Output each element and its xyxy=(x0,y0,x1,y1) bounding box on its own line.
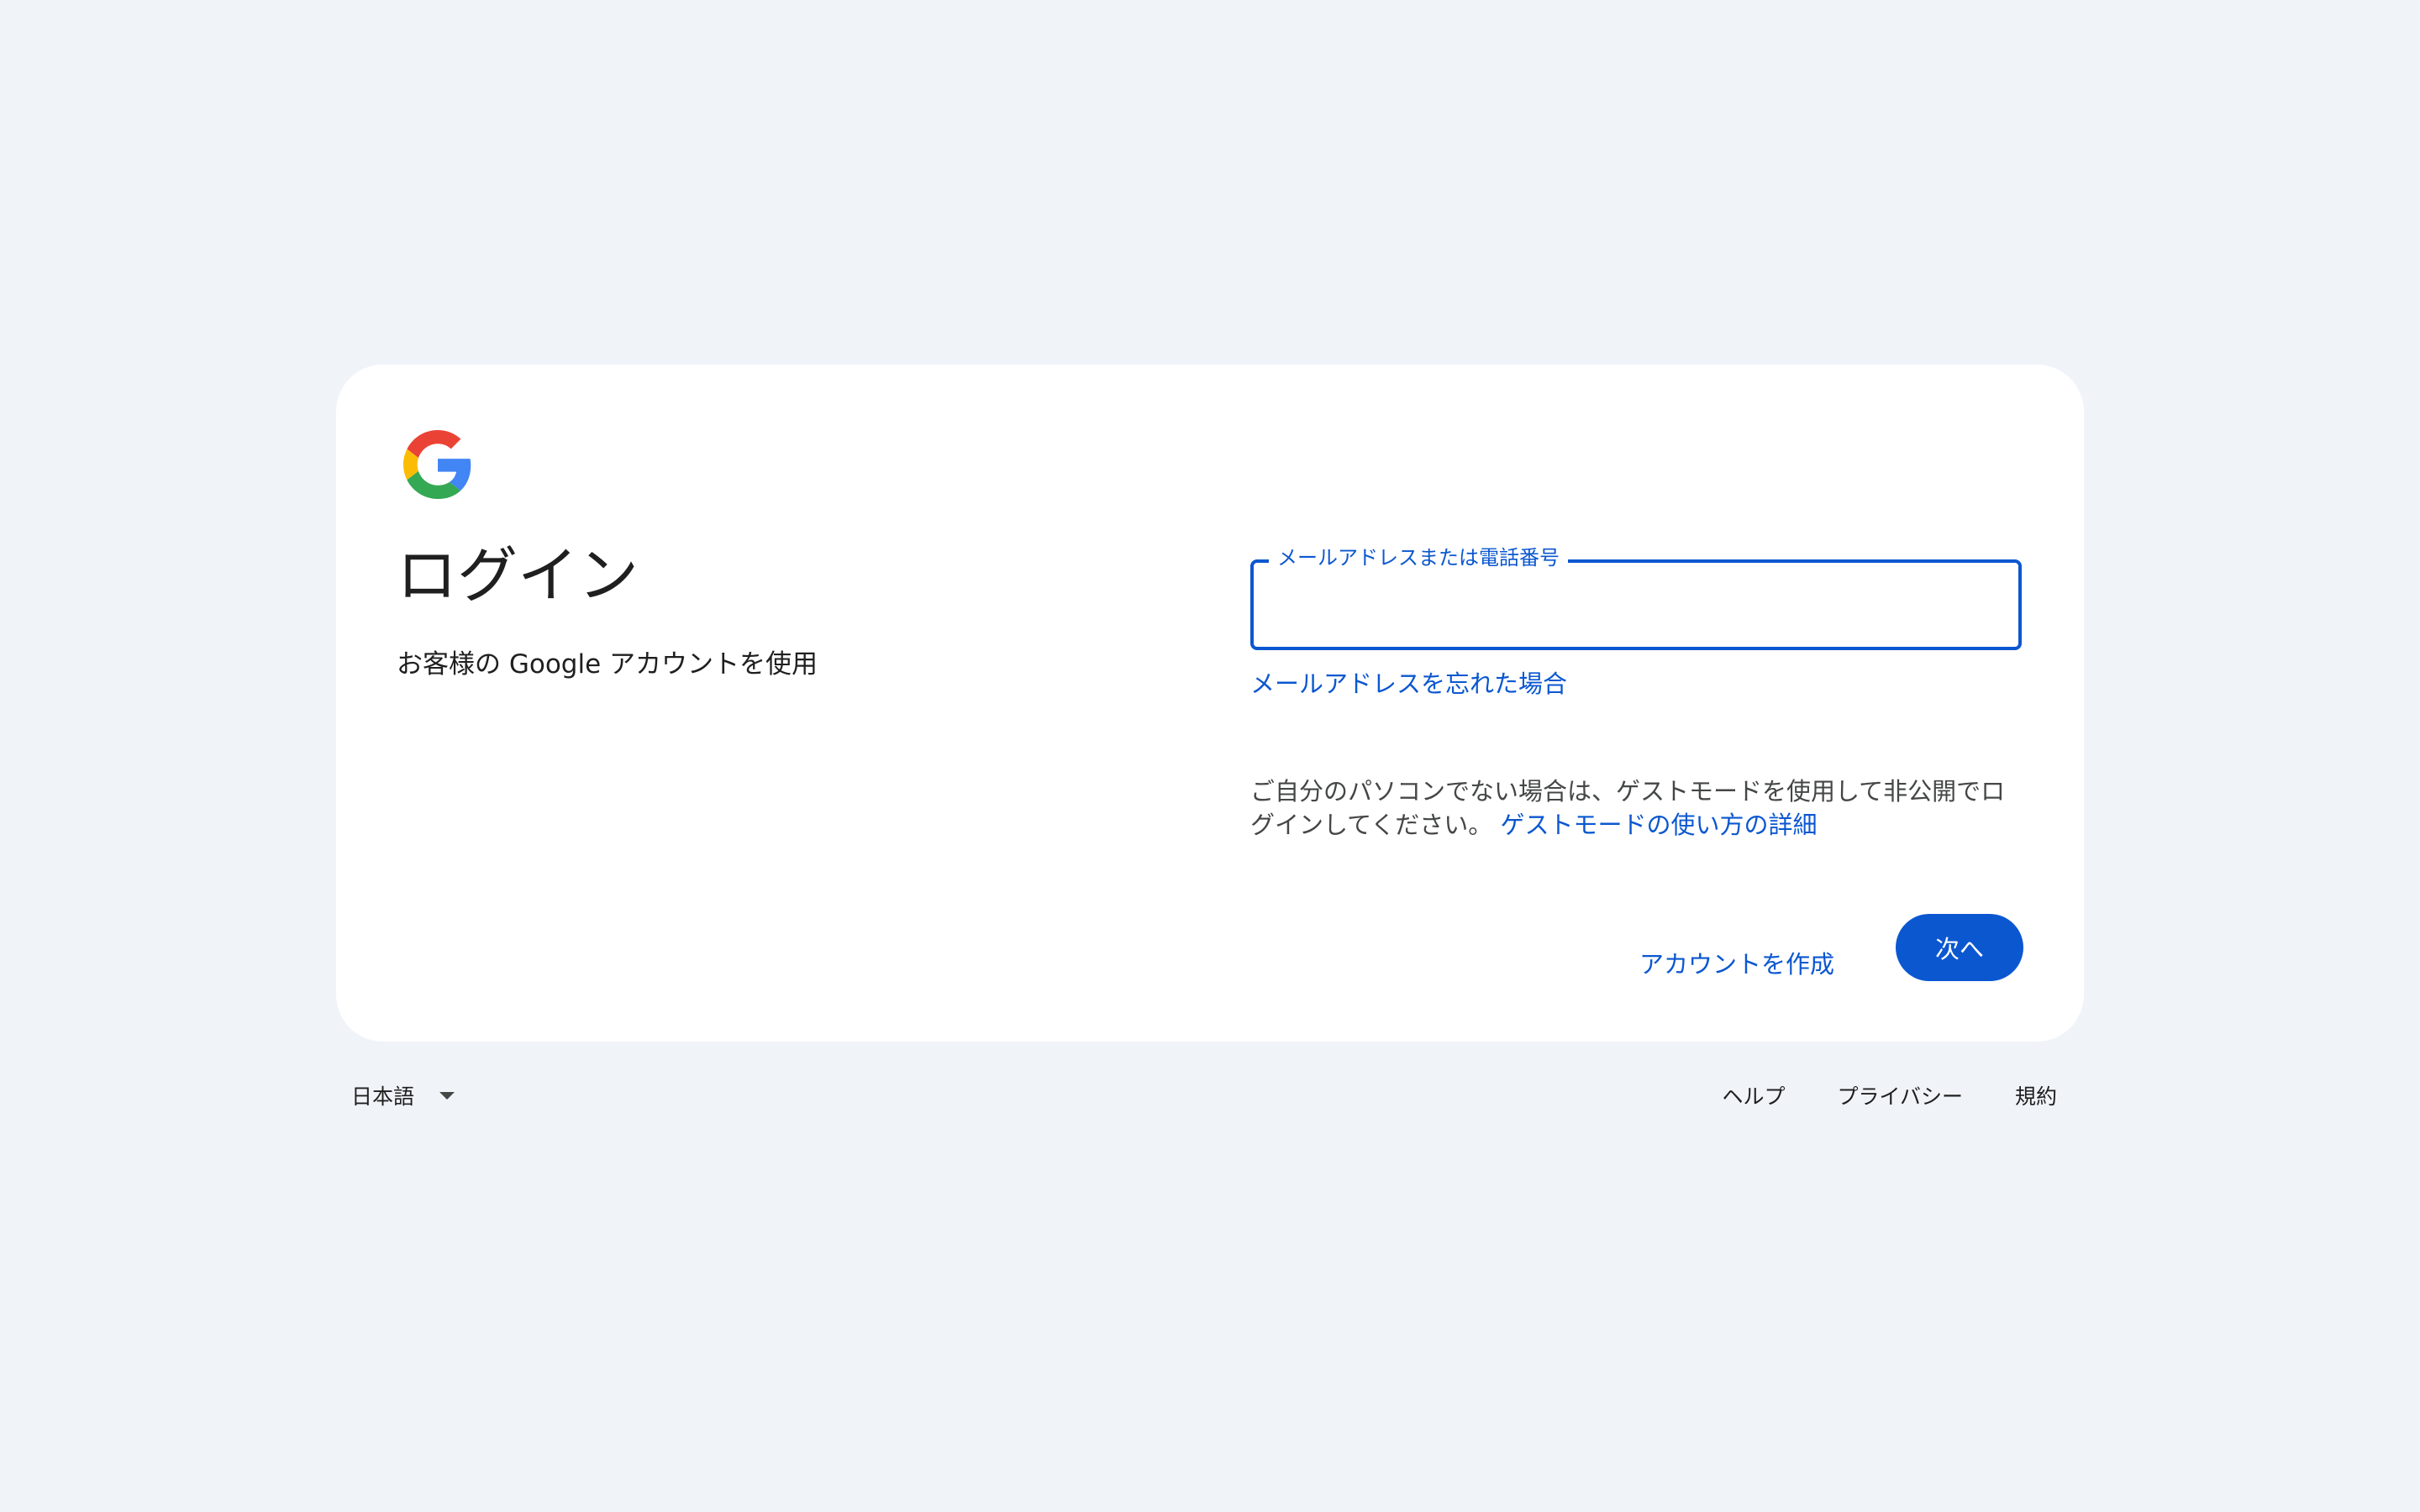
help-link[interactable]: ヘルプ xyxy=(1722,1080,1785,1110)
google-g-icon xyxy=(403,430,472,499)
email-input[interactable] xyxy=(1274,580,1998,630)
next-button[interactable]: 次へ xyxy=(1896,914,2023,981)
terms-link[interactable]: 規約 xyxy=(2015,1080,2057,1110)
create-account-button[interactable]: アカウントを作成 xyxy=(1608,929,1865,996)
forgot-email-link[interactable]: メールアドレスを忘れた場合 xyxy=(1250,667,1567,701)
privacy-link[interactable]: プライバシー xyxy=(1837,1080,1963,1110)
page-subtitle: お客様の Google アカウントを使用 xyxy=(397,649,818,680)
guest-mode-info: ご自分のパソコンでない場合は、ゲストモードを使用して非公開でログインしてください… xyxy=(1250,774,2023,842)
email-field-label: メールアドレスまたは電話番号 xyxy=(1269,541,1568,575)
guest-mode-link[interactable]: ゲストモードの使い方の詳細 xyxy=(1500,811,1817,839)
login-card: ログイン お客様の Google アカウントを使用 メールアドレスまたは電話番号… xyxy=(336,365,2084,1042)
caret-down-icon xyxy=(439,1091,455,1100)
page-title: ログイン xyxy=(397,540,639,611)
language-selector[interactable]: 日本語 xyxy=(351,1075,455,1116)
footer-links: ヘルプ プライバシー 規約 xyxy=(1722,1075,2057,1116)
email-field[interactable]: メールアドレスまたは電話番号 xyxy=(1250,541,2022,650)
language-label: 日本語 xyxy=(351,1084,415,1109)
